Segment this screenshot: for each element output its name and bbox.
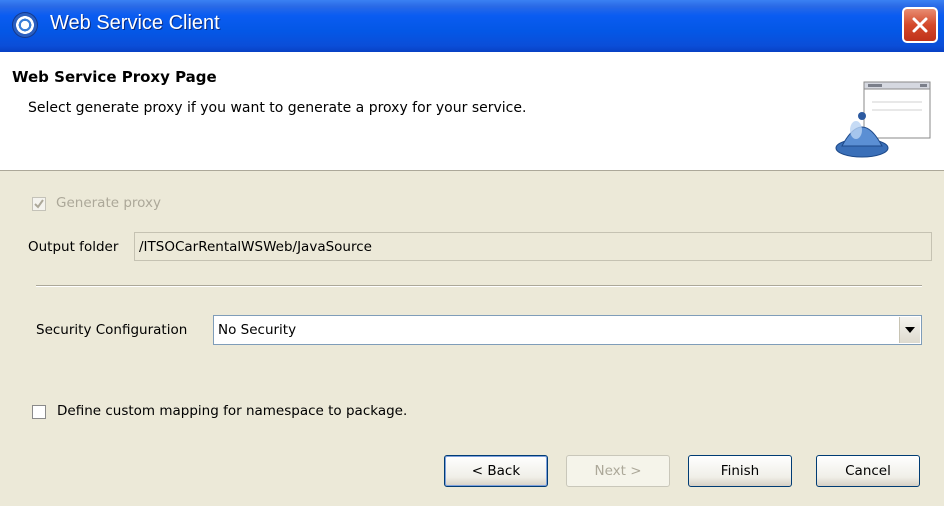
security-config-value: No Security [218,322,297,338]
title-bar[interactable]: Web Service Client [0,0,944,53]
custom-mapping-checkbox[interactable] [32,405,46,419]
back-button[interactable]: < Back [444,455,548,487]
output-folder-label: Output folder [28,239,119,255]
custom-mapping-label: Define custom mapping for namespace to p… [57,403,408,419]
security-config-select[interactable]: No Security [213,315,922,345]
page-title: Web Service Proxy Page [12,68,217,86]
page-description: Select generate proxy if you want to gen… [28,100,527,116]
checkmark-icon [34,199,44,209]
web-service-client-icon [12,12,38,38]
finish-button[interactable]: Finish [688,455,792,487]
web-service-client-dialog: Web Service Client Web Service Proxy Pag… [0,0,944,506]
security-config-dropdown-button[interactable] [899,317,920,343]
next-button[interactable]: Next > [566,455,670,487]
close-icon [912,17,928,33]
cancel-button[interactable]: Cancel [816,455,920,487]
chevron-down-icon [905,327,915,333]
output-folder-field[interactable]: /ITSOCarRentalWSWeb/JavaSource [134,232,932,261]
generate-proxy-checkbox[interactable] [32,197,46,211]
window-title: Web Service Client [50,12,220,34]
separator [36,285,922,287]
generate-proxy-label: Generate proxy [56,195,161,211]
security-config-label: Security Configuration [36,322,188,338]
close-button[interactable] [902,7,938,43]
wizard-banner: Web Service Proxy Page Select generate p… [0,52,944,171]
wizard-content: Generate proxy Output folder /ITSOCarRen… [0,171,944,506]
wizard-banner-icon [835,81,931,158]
